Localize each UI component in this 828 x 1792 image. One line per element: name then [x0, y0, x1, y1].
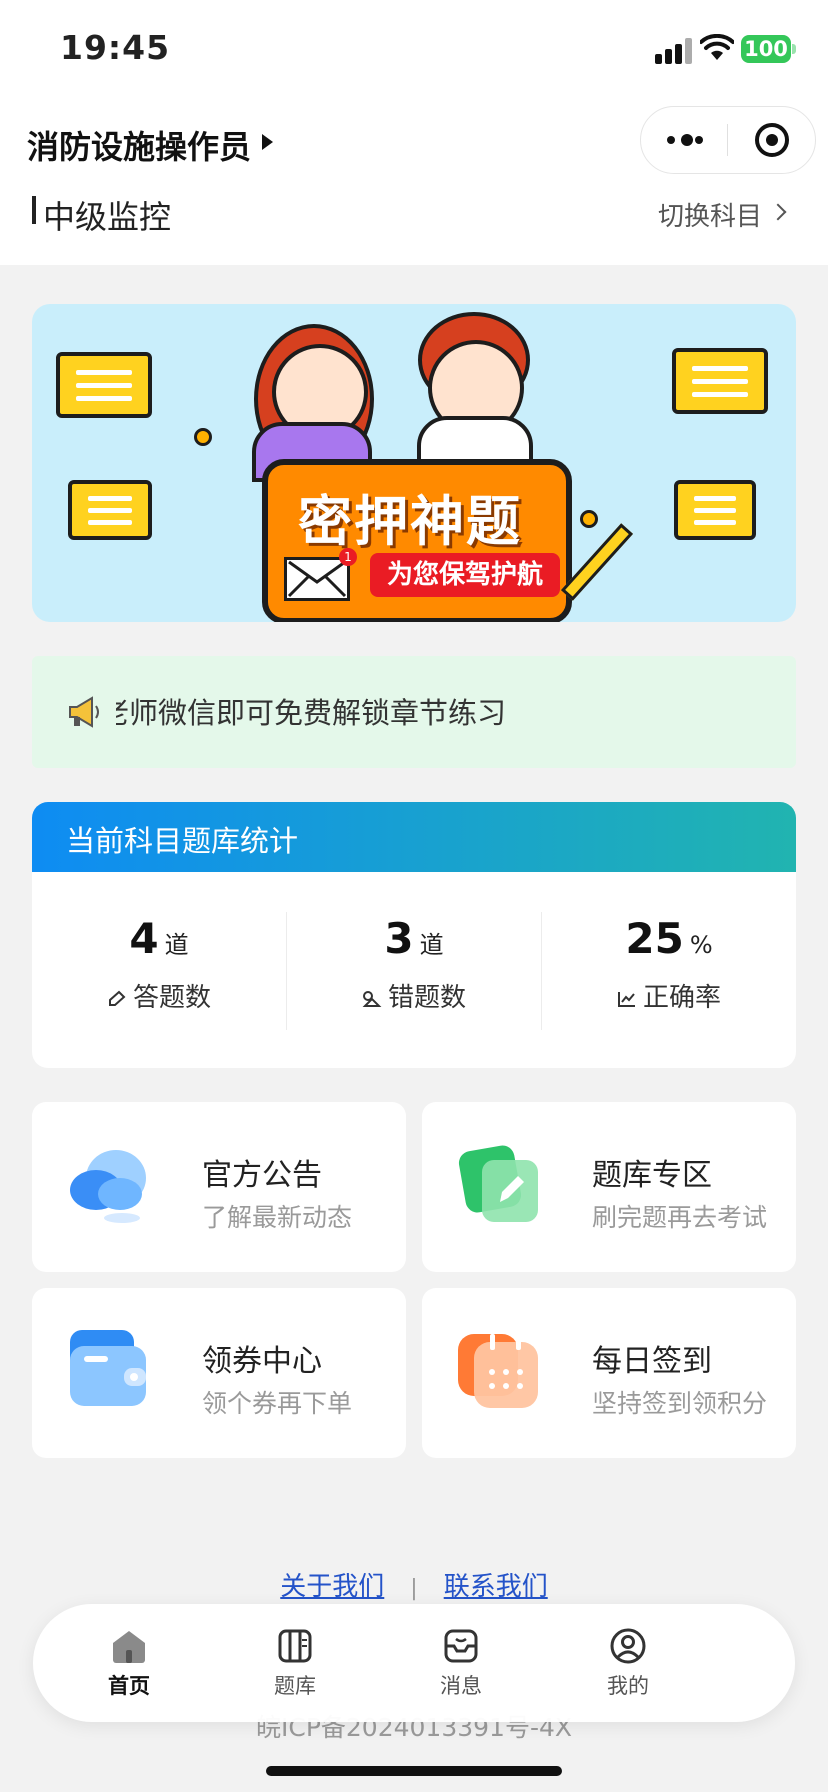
- card-title: 官方公告: [202, 1158, 322, 1193]
- card-desc: 刷完题再去考试: [592, 1203, 768, 1232]
- tab-bar: 首页 题库 消息 我的: [33, 1604, 795, 1722]
- tab-label: 消息: [440, 1674, 482, 1698]
- page-title: 消防设施操作员: [27, 128, 252, 166]
- cloud-icon: [66, 1140, 152, 1226]
- decor-dot: [194, 428, 212, 446]
- tab-home[interactable]: 首页: [79, 1628, 179, 1700]
- stat-value: 3: [384, 914, 414, 963]
- card-desc: 了解最新动态: [202, 1203, 353, 1232]
- card-title: 每日签到: [592, 1344, 712, 1379]
- card-desc: 领个券再下单: [202, 1389, 353, 1418]
- card-question-bank[interactable]: 题库专区 刷完题再去考试: [422, 1102, 796, 1272]
- contact-us-link[interactable]: 联系我们: [444, 1572, 548, 1602]
- user-icon: [609, 1628, 647, 1664]
- banner-board: 密押神题 1 为您保驾护航: [262, 459, 572, 622]
- card-announcement[interactable]: 官方公告 了解最新动态: [32, 1102, 406, 1272]
- level-marker: [32, 196, 36, 224]
- capsule-divider: [727, 124, 728, 156]
- wallet-icon: [66, 1326, 152, 1412]
- promo-banner[interactable]: 密押神题 1 为您保驾护航: [32, 304, 796, 622]
- card-title: 题库专区: [592, 1158, 712, 1193]
- card-daily-checkin[interactable]: 每日签到 坚持签到领积分: [422, 1288, 796, 1458]
- signal-icon: [655, 36, 695, 64]
- stat-accuracy[interactable]: 25% 正确率: [542, 914, 796, 1014]
- speech-bubble-icon: [68, 480, 152, 540]
- stat-unit: 道: [164, 931, 189, 959]
- message-icon: [442, 1628, 480, 1664]
- stat-label: 错题数: [387, 983, 466, 1013]
- subject-level: 中级监控: [43, 198, 172, 236]
- wifi-icon: [699, 33, 735, 62]
- banner-subtitle: 为您保驾护航: [370, 553, 560, 597]
- switch-subject-button[interactable]: 切换科目: [658, 196, 762, 233]
- tab-messages[interactable]: 消息: [411, 1628, 511, 1700]
- tab-label: 我的: [607, 1674, 649, 1698]
- play-arrow-icon: [262, 134, 273, 150]
- card-desc: 坚持签到领积分: [592, 1389, 768, 1418]
- tab-label: 首页: [108, 1674, 150, 1698]
- edit-card-icon: [456, 1140, 542, 1226]
- stat-unit: 道: [419, 931, 444, 959]
- card-title: 领券中心: [202, 1344, 322, 1379]
- about-us-link[interactable]: 关于我们: [280, 1572, 384, 1602]
- mail-icon: 1: [284, 548, 357, 601]
- status-time: 19:45: [60, 28, 171, 67]
- stat-wrong[interactable]: 3道 错题数: [287, 914, 541, 1014]
- close-miniprogram-icon[interactable]: [755, 123, 789, 157]
- tab-question-bank[interactable]: 题库: [245, 1628, 345, 1700]
- stat-label: 正确率: [642, 983, 721, 1013]
- stats-card: 当前科目题库统计 4道 答题数 3道 错题数 25% 正确率: [32, 802, 796, 1068]
- book-icon: [276, 1628, 314, 1664]
- footer-links: 关于我们 | 联系我们: [0, 1566, 828, 1603]
- mail-badge: 1: [339, 548, 357, 566]
- stat-unit: %: [689, 931, 713, 959]
- decor-dot: [580, 510, 598, 528]
- notice-text: 老师微信即可免费解锁章节练习: [116, 696, 507, 730]
- link-separator: |: [410, 1576, 418, 1601]
- battery-icon: 100: [741, 35, 791, 63]
- home-icon: [110, 1628, 148, 1664]
- home-indicator: [266, 1766, 562, 1776]
- stats-title: 当前科目题库统计: [66, 824, 299, 858]
- speech-bubble-icon: [672, 348, 768, 414]
- card-coupon-center[interactable]: 领券中心 领个券再下单: [32, 1288, 406, 1458]
- battery-tip: [792, 44, 796, 54]
- stat-answered[interactable]: 4道 答题数: [32, 914, 286, 1014]
- line-chart-icon: [617, 985, 637, 1007]
- stat-value: 4: [129, 914, 159, 963]
- tab-profile[interactable]: 我的: [578, 1628, 678, 1700]
- error-book-icon: [362, 985, 382, 1007]
- banner-title: 密押神题: [298, 490, 522, 553]
- speech-bubble-icon: [56, 352, 152, 418]
- speech-bubble-icon: [674, 480, 756, 540]
- stat-value: 25: [625, 914, 684, 963]
- stat-label: 答题数: [132, 983, 211, 1013]
- pencil-icon: [107, 985, 127, 1006]
- stats-header: 当前科目题库统计: [32, 802, 796, 872]
- more-icon[interactable]: [665, 130, 705, 150]
- megaphone-icon: [66, 694, 102, 730]
- tab-label: 题库: [274, 1674, 316, 1698]
- calendar-icon: [456, 1326, 542, 1412]
